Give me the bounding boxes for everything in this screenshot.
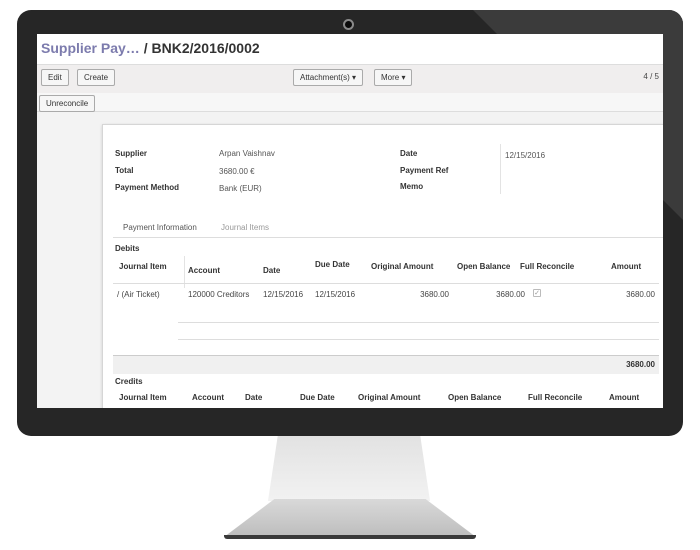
empty-row-line [178,339,659,340]
tab-journal-items[interactable]: Journal Items [221,223,269,232]
attachments-button[interactable]: Attachment(s) ▾ [293,69,364,86]
debit-amount: 3680.00 [626,290,655,299]
memo-label: Memo [400,182,424,191]
debits-col-full-reconcile: Full Reconcile [520,262,575,271]
payment-ref-label: Payment Ref [400,166,449,175]
debits-title: Debits [115,244,140,253]
tab-payment-information[interactable]: Payment Information [123,223,197,232]
payment-method-label: Payment Method [115,183,180,192]
supplier-label: Supplier [115,149,148,158]
date-label: Date [400,149,418,158]
debits-col-journal-item: Journal Item [119,262,167,271]
debits-total: 3680.00 [626,360,655,369]
create-button[interactable]: Create [77,69,116,86]
debits-header-divider [113,283,659,284]
debit-open-balance: 3680.00 [496,290,525,299]
credits-col-original-amount: Original Amount [358,393,421,402]
credits-col-amount: Amount [609,393,640,402]
monitor-stand-base [224,499,476,537]
total-value: 3680.00 € [219,167,255,176]
debits-col-amount: Amount [611,262,642,271]
empty-row-line [178,322,659,323]
camera [343,19,354,30]
credits-col-account: Account [192,393,224,402]
debit-date: 12/15/2016 [263,290,304,299]
debit-due-date: 12/15/2016 [315,290,356,299]
credits-col-journal-item: Journal Item [119,393,167,402]
unreconcile-button[interactable]: Unreconcile [39,95,96,112]
full-reconcile-checkbox[interactable]: ✓ [533,289,541,297]
debits-col-open-balance: Open Balance [457,262,511,271]
date-value: 12/15/2016 [505,151,546,160]
debits-col-original-amount: Original Amount [371,262,434,271]
debit-account: 120000 Creditors [188,290,250,299]
monitor-stand-edge [224,535,476,539]
more-button[interactable]: More ▾ [374,69,413,86]
debit-journal-item[interactable]: / (Air Ticket) [117,290,160,299]
field-separator [500,144,501,194]
debits-col-due-date: Due Date [315,260,350,269]
breadcrumb: Supplier Pay… / BNK2/2016/0002 [41,40,260,56]
monitor-stand-neck [268,436,430,501]
screen: Supplier Pay… / BNK2/2016/0002 Edit Crea… [37,34,663,408]
edit-button[interactable]: Edit [41,69,69,86]
tab-underline [113,237,663,238]
breadcrumb-current: BNK2/2016/0002 [151,40,260,56]
debits-col-date: Date [263,266,281,275]
credits-col-date: Date [245,393,263,402]
debits-total-bar [113,355,659,374]
breadcrumb-separator: / [143,40,148,56]
credits-col-open-balance: Open Balance [448,393,502,402]
credits-col-full-reconcile: Full Reconcile [528,393,583,402]
supplier-value: Arpan Vaishnav [219,149,275,158]
credits-col-due-date: Due Date [300,393,335,402]
breadcrumb-parent-link[interactable]: Supplier Pay… [41,40,140,56]
status-bar [37,93,663,112]
debit-original-amount: 3680.00 [420,290,449,299]
payment-method-value: Bank (EUR) [219,184,262,193]
credits-title: Credits [115,377,143,386]
total-label: Total [115,166,134,175]
debits-col-account: Account [188,266,220,275]
pager: 4 / 5 [643,72,659,81]
